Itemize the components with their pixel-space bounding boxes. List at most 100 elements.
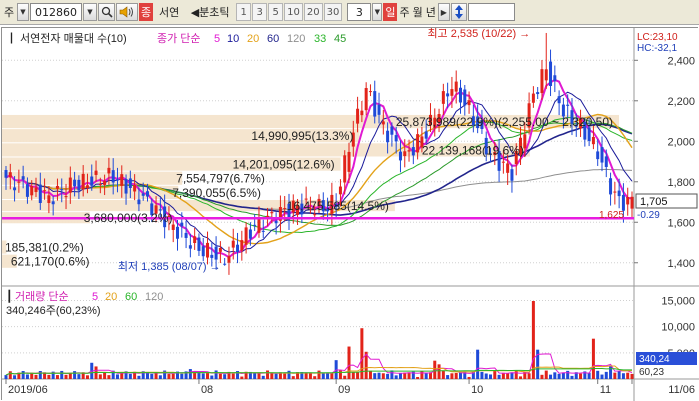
volume-bar [47, 374, 51, 379]
volume-bar [73, 371, 77, 379]
price-candle [386, 130, 390, 143]
price-candle [253, 224, 257, 226]
stock-prefix-badge: 종 [139, 3, 154, 21]
extra-input[interactable] [467, 3, 515, 21]
period-button-30[interactable]: 30 [323, 3, 343, 21]
count-dropdown-button[interactable]: ▼ [372, 3, 383, 21]
volume-bar [188, 369, 192, 379]
price-candle [407, 150, 411, 152]
volume-bar [596, 370, 600, 379]
price-candle [218, 247, 222, 252]
market-select[interactable]: 주 [2, 3, 16, 21]
volume-tick-label: 15,000 [661, 295, 695, 307]
ma-legend-period: 5 [214, 33, 220, 45]
price-candle [557, 96, 561, 104]
volume-bar [21, 371, 25, 379]
volume-bar [377, 372, 381, 379]
x-tick-label: 11/06 [668, 384, 695, 396]
market-dropdown-button[interactable]: ▼ [17, 3, 29, 21]
high-price-annotation: 최고 2,535 (10/22) → [427, 28, 530, 40]
price-candle [591, 136, 595, 145]
volume-bar [373, 373, 377, 379]
volume-bar [424, 373, 428, 379]
period-selector-label[interactable]: ◀분초틱 [185, 3, 235, 21]
volume-profile-label: 22,139,168(19.6%) [422, 143, 524, 157]
price-candle [630, 196, 634, 209]
volume-bar [137, 375, 141, 379]
period-unit-day-button[interactable]: 일 [383, 3, 398, 21]
stock-name-label[interactable]: 서연 [154, 3, 184, 21]
volume-bar [351, 372, 355, 379]
code-dropdown-button[interactable]: ▼ [83, 3, 97, 21]
period-next-button[interactable]: ▶ [437, 3, 450, 21]
volume-bar [261, 375, 265, 379]
volume-bar [394, 375, 398, 379]
low-price-annotation: 최저 1,385 (08/07) → [118, 260, 221, 273]
price-candle [467, 100, 471, 106]
price-candle [120, 174, 124, 186]
price-candle [107, 167, 111, 174]
stock-code-input[interactable]: 012860 [30, 3, 82, 21]
price-candle [377, 104, 381, 115]
volume-bar [381, 373, 385, 379]
period-unit-year-button[interactable]: 년 [425, 3, 437, 21]
price-candle [180, 222, 184, 227]
volume-current-label: 340,246주(60,23%) [6, 305, 101, 317]
price-tick-label: 1,400 [667, 258, 695, 270]
price-candle [43, 190, 47, 192]
period-button-10[interactable]: 10 [284, 3, 303, 21]
volume-bar [544, 370, 548, 379]
volume-bar [60, 370, 64, 379]
volume-bar [85, 375, 89, 379]
period-button-1[interactable]: 1 [236, 3, 252, 21]
volume-bar [557, 373, 561, 379]
hc-indicator: HC:-32,1 [637, 43, 677, 54]
price-candle [596, 151, 600, 160]
price-candle [501, 161, 505, 163]
volume-bar [214, 370, 218, 379]
price-candle [51, 201, 55, 205]
period-button-3[interactable]: 3 [252, 3, 268, 21]
volume-bar [304, 372, 308, 379]
price-candle [544, 69, 548, 81]
search-button[interactable] [98, 3, 115, 21]
period-button-20[interactable]: 20 [303, 3, 323, 21]
updown-arrow-icon [454, 5, 463, 19]
volume-bar [231, 373, 235, 379]
volume-bar [519, 376, 523, 379]
price-candle [424, 131, 428, 139]
volume-bar [497, 374, 501, 379]
price-candle [506, 163, 510, 173]
period-unit-month-button[interactable]: 월 [412, 3, 424, 21]
scroll-updown-button[interactable] [450, 3, 467, 21]
price-candle [64, 196, 68, 198]
volume-bar [253, 373, 257, 379]
volume-legend-period: 120 [145, 291, 163, 303]
volume-bar [484, 373, 488, 379]
volume-bar [553, 372, 557, 379]
volume-bar [493, 370, 497, 379]
speaker-icon [119, 6, 133, 18]
volume-bar [158, 375, 162, 379]
price-candle [13, 187, 17, 191]
ma-legend-period: 45 [334, 33, 346, 45]
price-candle [81, 173, 85, 190]
price-candle [145, 191, 149, 197]
price-tick-label: 2,200 [667, 96, 695, 108]
period-unit-week-button[interactable]: 주 [398, 3, 410, 21]
price-candle [553, 75, 557, 81]
price-candle [531, 93, 535, 103]
stock-chart[interactable]: 1,4001,6001,8002,0002,2002,4005,00010,00… [2, 28, 699, 401]
price-candle [85, 185, 89, 189]
price-candle [73, 179, 77, 187]
period-button-5[interactable]: 5 [268, 3, 284, 21]
speaker-button[interactable] [116, 3, 138, 21]
price-candle [368, 91, 372, 93]
x-tick-label: 10 [471, 384, 483, 396]
volume-bar [218, 373, 222, 379]
volume-bar [570, 375, 574, 379]
price-change-label: -0.29 [637, 210, 660, 221]
volume-bar [514, 371, 518, 379]
count-input[interactable]: 3 [347, 3, 372, 21]
price-candle [21, 176, 25, 180]
